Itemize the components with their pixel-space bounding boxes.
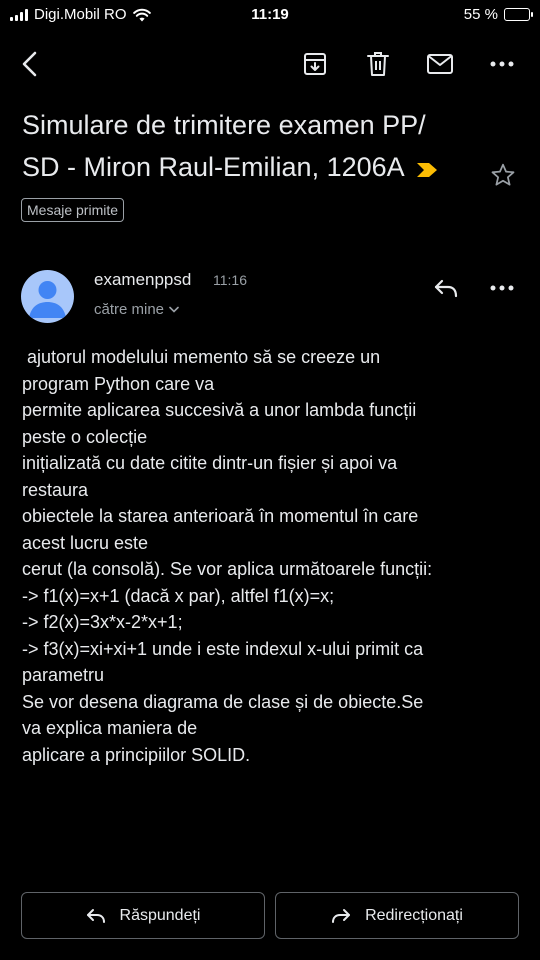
star-icon [491, 163, 515, 186]
forward-icon [332, 908, 351, 923]
subject-line: SD - Miron Raul-Emilian, 1206A [22, 152, 405, 182]
status-bar: Digi.Mobil RO 11:19 55 % [0, 0, 540, 30]
body-line: parametru [22, 665, 105, 685]
body-line: restaura [22, 479, 89, 500]
battery-percent: 55 % [463, 6, 498, 23]
delete-button[interactable] [360, 46, 396, 82]
reply-label: Răspundeți [119, 906, 201, 924]
archive-icon [304, 53, 326, 75]
back-arrow-icon [22, 51, 37, 77]
message-time: 11:16 [213, 272, 247, 288]
recipient-details[interactable]: către mine [94, 301, 179, 318]
body-line: -> f3(x)=xi+xi+1 unde i este indexul x-u… [22, 638, 424, 659]
reply-button[interactable]: Răspundeți [21, 892, 265, 939]
message-more-button[interactable] [484, 270, 520, 306]
back-button[interactable] [12, 46, 48, 82]
body-line: cerut (la consolă). Se vor aplica următo… [22, 559, 433, 579]
email-subject: Simulare de trimitere examen PP/ SD - Mi… [22, 104, 472, 190]
person-icon [29, 281, 66, 318]
archive-button[interactable] [297, 46, 333, 82]
trash-icon [367, 52, 389, 76]
subject-line: Simulare de trimitere examen PP/ [22, 110, 426, 140]
reply-icon-button[interactable] [428, 270, 464, 306]
body-line: obiectele la starea anterioară în moment… [22, 506, 419, 526]
more-horizontal-icon [490, 61, 514, 67]
body-line: -> f1(x)=x+1 (dacă x par), altfel f1(x)=… [22, 585, 335, 606]
body-line: va explica maniera de [22, 718, 198, 738]
body-line: permite aplicarea succesivă a unor lambd… [22, 400, 417, 420]
email-body: ajutorul modelului memento să se creeze … [22, 344, 522, 768]
star-button[interactable] [486, 158, 520, 192]
more-options-button[interactable] [484, 46, 520, 82]
forward-label: Redirecționați [365, 906, 463, 924]
status-time: 11:19 [251, 6, 289, 23]
importance-icon [416, 162, 437, 177]
avatar[interactable] [21, 270, 74, 323]
body-line: acest lucru este [22, 532, 149, 553]
reply-icon [434, 279, 458, 298]
forward-button[interactable]: Redirecționați [275, 892, 519, 939]
body-line: inițializată cu date citite dintr-un fiș… [22, 453, 398, 473]
more-horizontal-icon [490, 285, 514, 291]
importance-marker[interactable] [415, 148, 439, 190]
body-line: -> f2(x)=3x*x-2*x+1; [22, 612, 183, 632]
reply-icon [86, 908, 105, 923]
body-line: aplicare a principiilor SOLID. [22, 744, 251, 765]
battery-icon [504, 8, 533, 21]
body-line: program Python care va [22, 373, 215, 394]
subject-line-2: SD - Miron Raul-Emilian, 1206A [22, 146, 472, 190]
recipient-label: către mine [94, 301, 165, 318]
body-line: peste o colecție [22, 426, 148, 447]
body-line: Se vor desena diagrama de clase și de ob… [22, 691, 424, 712]
sender-name[interactable]: examenppsd [94, 270, 191, 290]
toolbar [0, 36, 540, 92]
chevron-down-icon [169, 306, 179, 313]
body-line: ajutorul modelului memento să se creeze … [22, 347, 381, 367]
inbox-label-chip[interactable]: Mesaje primite [21, 198, 125, 222]
mark-unread-button[interactable] [422, 46, 458, 82]
mail-icon [427, 54, 453, 74]
status-right: 55 % [463, 6, 533, 23]
